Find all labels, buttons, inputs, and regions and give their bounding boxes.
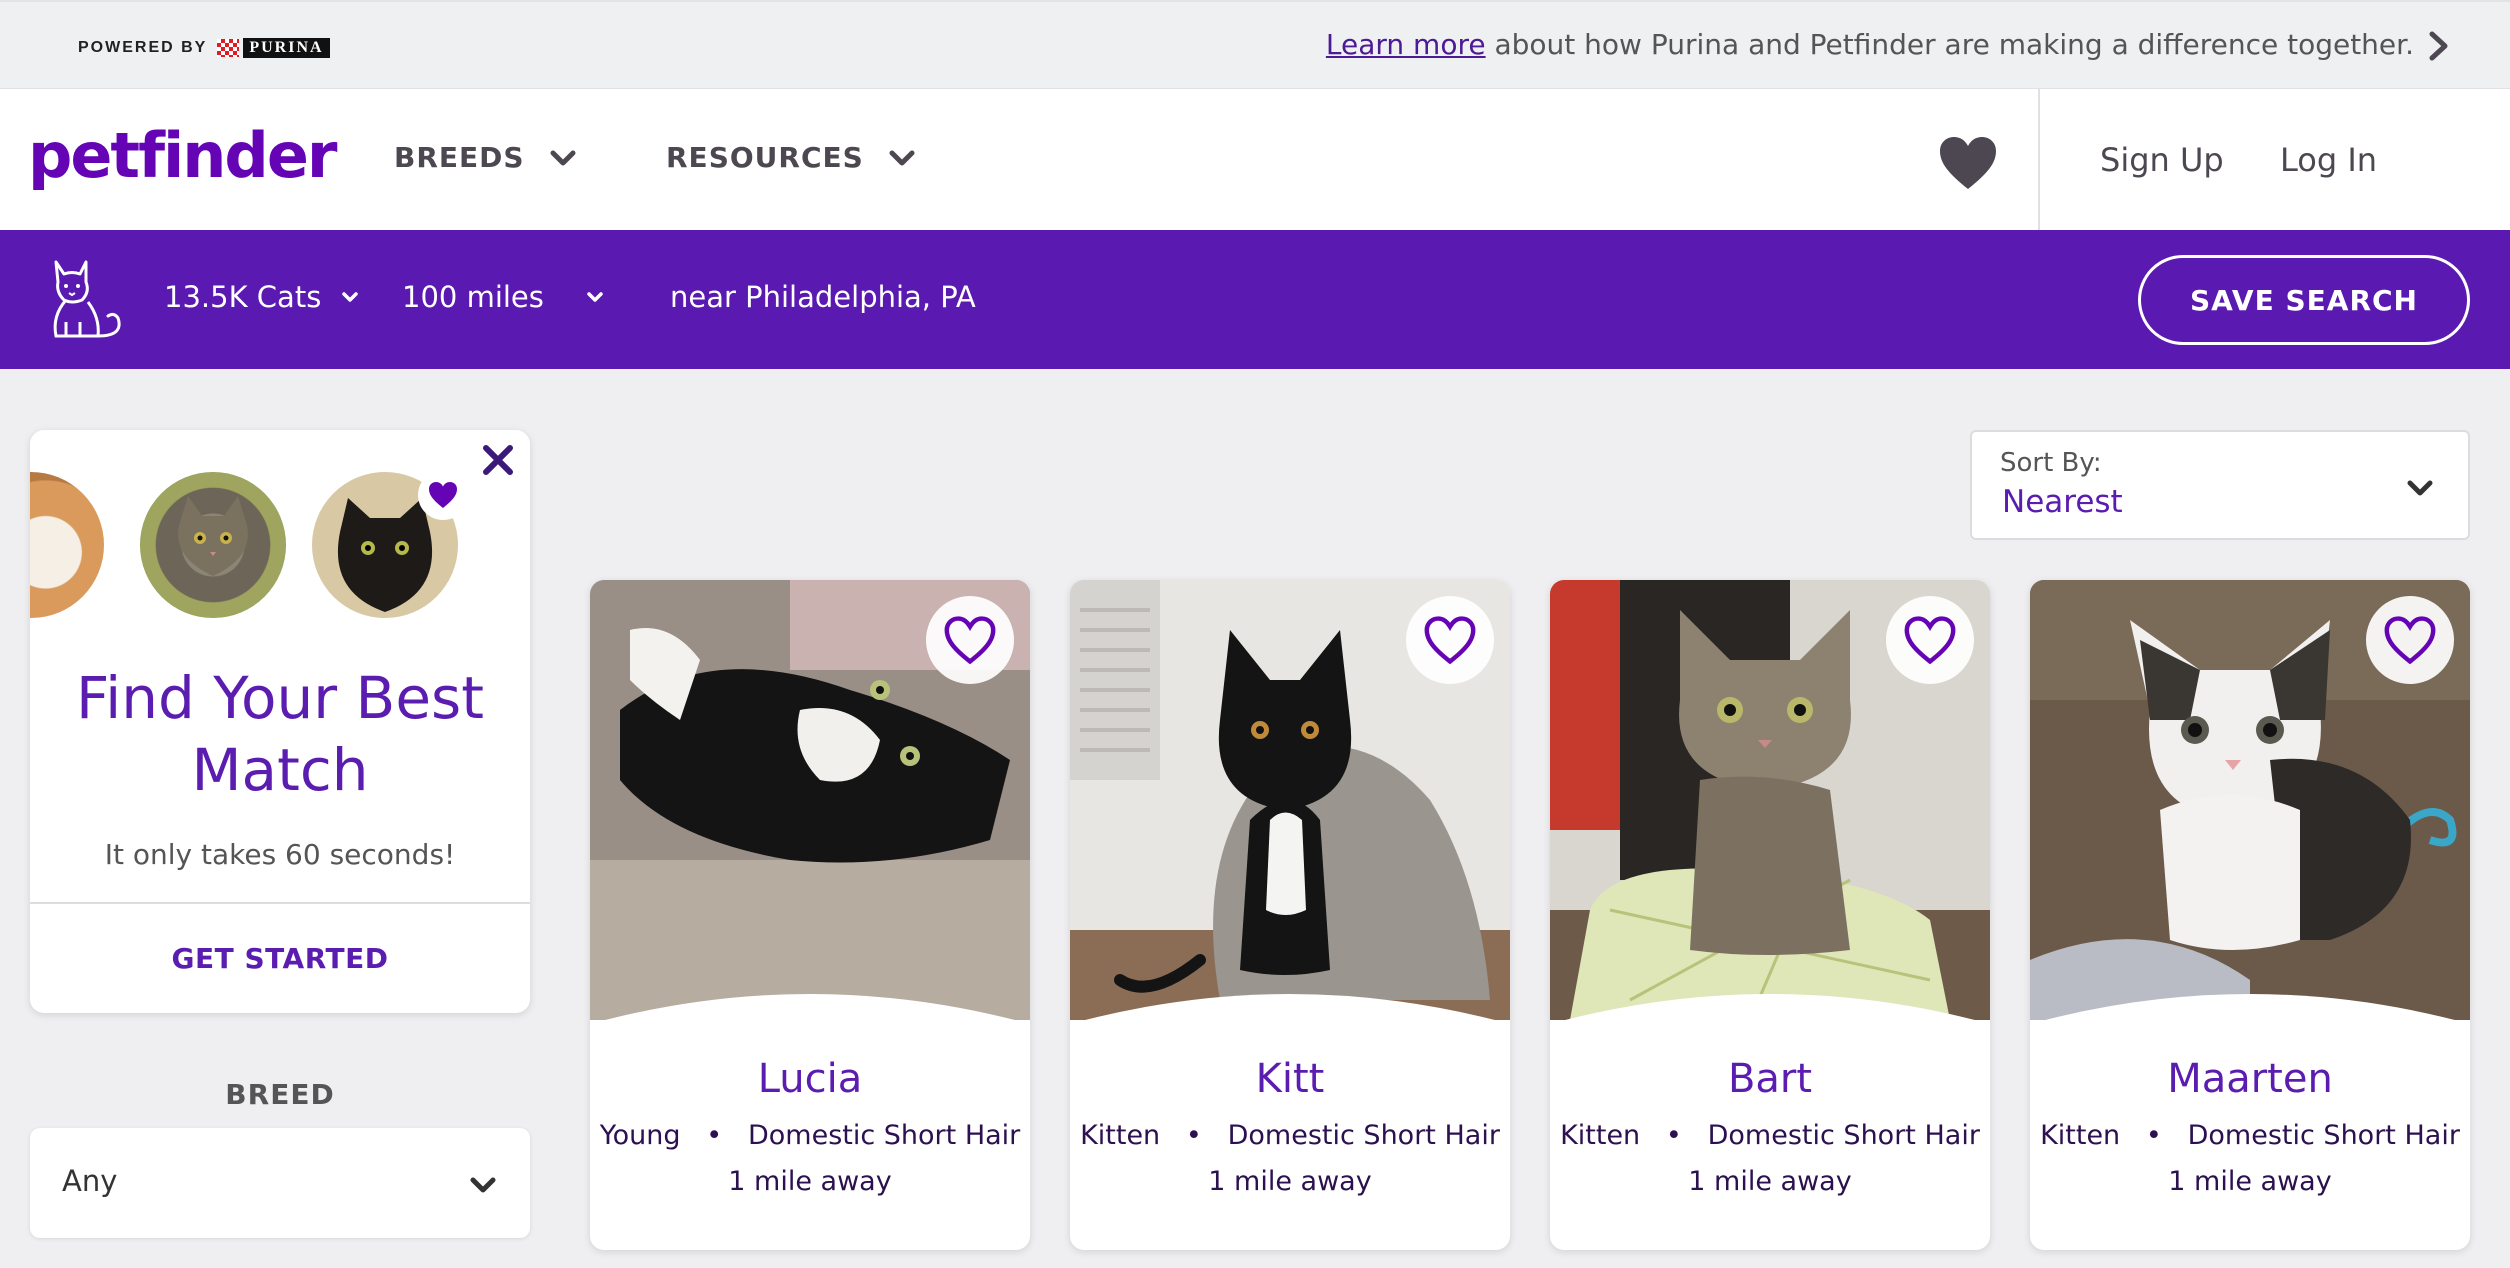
sort-value: Nearest: [2002, 484, 2123, 520]
animal-count-select[interactable]: 13.5K Cats: [164, 280, 361, 314]
promo-message-text: about how Purina and Petfinder are makin…: [1485, 28, 2414, 61]
pet-distance: 1 mile away: [1208, 1166, 1372, 1197]
photo-curve: [1070, 994, 1510, 1038]
location-field[interactable]: near Philadelphia, PA: [670, 280, 976, 314]
bullet-separator: •: [1648, 1120, 1700, 1151]
chevron-down-icon: [470, 1177, 496, 1193]
match-title: Find Your Best Match: [76, 664, 484, 804]
favorite-button[interactable]: [926, 596, 1014, 684]
chevron-down-icon: [2407, 480, 2433, 496]
pet-distance: 1 mile away: [1688, 1166, 1852, 1197]
pet-distance: 1 mile away: [2168, 1166, 2332, 1197]
pet-breed: Domestic Short Hair: [1227, 1120, 1500, 1151]
location-value: near Philadelphia, PA: [670, 280, 976, 314]
chevron-right-icon[interactable]: [2418, 26, 2458, 66]
cat-avatar: [140, 472, 286, 618]
pet-meta: Kitten • Domestic Short Hair: [1550, 1120, 1990, 1151]
heart-icon: [429, 482, 457, 508]
purina-checkerboard-icon: [217, 39, 240, 57]
nav-resources[interactable]: RESOURCES: [666, 141, 918, 174]
chevron-down-icon: [587, 292, 603, 302]
close-icon[interactable]: [478, 440, 518, 480]
pet-meta: Kitten • Domestic Short Hair: [2030, 1120, 2470, 1151]
match-subtitle: It only takes 60 seconds!: [104, 838, 456, 871]
photo-curve: [1550, 994, 1990, 1038]
learn-more-link[interactable]: Learn more: [1326, 28, 1486, 61]
pet-meta: Young • Domestic Short Hair: [590, 1120, 1030, 1151]
photo-curve: [590, 994, 1030, 1038]
favorite-button[interactable]: [1886, 596, 1974, 684]
cat-avatar: [30, 472, 104, 618]
heart-outline-icon: [2384, 616, 2436, 665]
favorite-button[interactable]: [1406, 596, 1494, 684]
pet-name: Maarten: [2167, 1056, 2333, 1102]
favorite-badge: [418, 470, 468, 520]
distance-value: 100 miles: [402, 280, 544, 314]
pet-name: Bart: [1727, 1056, 1813, 1102]
favorite-button[interactable]: [2366, 596, 2454, 684]
sign-up-link[interactable]: Sign Up: [2100, 141, 2224, 179]
log-in-link[interactable]: Log In: [2280, 141, 2377, 179]
pet-distance: 1 mile away: [728, 1166, 892, 1197]
pet-card[interactable]: Maarten Kitten • Domestic Short Hair 1 m…: [2030, 580, 2470, 1250]
powered-by: POWERED BY PURINA: [78, 38, 330, 58]
sort-select[interactable]: Sort By: Nearest: [1970, 430, 2470, 540]
pet-meta: Kitten • Domestic Short Hair: [1070, 1120, 1510, 1151]
search-bar: 13.5K Cats 100 miles near Philadelphia, …: [0, 230, 2510, 369]
purina-wordmark: PURINA: [243, 38, 330, 58]
pet-age: Kitten: [1560, 1120, 1641, 1151]
main-header: petfinder BREEDS RESOURCES Sign Up Log I…: [0, 89, 2510, 230]
chevron-down-icon: [550, 150, 576, 165]
heart-outline-icon: [1904, 616, 1956, 665]
pet-name: Kitt: [1255, 1056, 1325, 1102]
save-search-button[interactable]: SAVE SEARCH: [2138, 255, 2470, 345]
best-match-card: Find Your Best Match It only takes 60 se…: [30, 430, 530, 1013]
pet-age: Young: [599, 1120, 681, 1151]
purina-logo: PURINA: [217, 38, 330, 58]
bullet-separator: •: [689, 1120, 740, 1151]
breed-select[interactable]: Any: [30, 1128, 530, 1238]
nav-breeds[interactable]: BREEDS: [394, 141, 579, 174]
pet-breed: Domestic Short Hair: [2187, 1120, 2460, 1151]
distance-select[interactable]: 100 miles: [402, 280, 606, 314]
petfinder-logo[interactable]: petfinder: [28, 119, 337, 192]
chevron-down-icon: [342, 292, 359, 302]
breed-filter-label: BREED: [225, 1078, 335, 1111]
breed-select-value: Any: [62, 1164, 118, 1198]
nav-resources-label: RESOURCES: [666, 141, 864, 174]
cat-icon: [53, 260, 121, 338]
bullet-separator: •: [1168, 1120, 1220, 1151]
get-started-button[interactable]: GET STARTED: [30, 904, 530, 1013]
chevron-down-icon: [889, 150, 915, 165]
animal-count-value: 13.5K Cats: [164, 280, 322, 314]
pet-breed: Domestic Short Hair: [747, 1120, 1021, 1151]
photo-curve: [2030, 994, 2470, 1038]
pet-card[interactable]: Bart Kitten • Domestic Short Hair 1 mile…: [1550, 580, 1990, 1250]
heart-outline-icon: [1424, 616, 1476, 665]
header-divider: [2038, 89, 2040, 230]
pet-age: Kitten: [1080, 1120, 1161, 1151]
sort-label: Sort By:: [2000, 448, 2102, 478]
promo-bar: POWERED BY PURINA Learn more about how P…: [0, 0, 2510, 89]
favorites-heart-icon[interactable]: [1938, 135, 1998, 191]
bullet-separator: •: [2128, 1120, 2180, 1151]
pet-card[interactable]: Kitt Kitten • Domestic Short Hair 1 mile…: [1070, 580, 1510, 1250]
pet-name: Lucia: [757, 1056, 863, 1102]
pet-age: Kitten: [2040, 1120, 2121, 1151]
nav-breeds-label: BREEDS: [394, 141, 525, 174]
powered-by-label: POWERED BY: [78, 39, 208, 56]
pet-card[interactable]: Lucia Young • Domestic Short Hair 1 mile…: [590, 580, 1030, 1250]
promo-message: Learn more about how Purina and Petfinde…: [1326, 28, 2414, 61]
heart-outline-icon: [944, 616, 996, 665]
pet-breed: Domestic Short Hair: [1707, 1120, 1980, 1151]
